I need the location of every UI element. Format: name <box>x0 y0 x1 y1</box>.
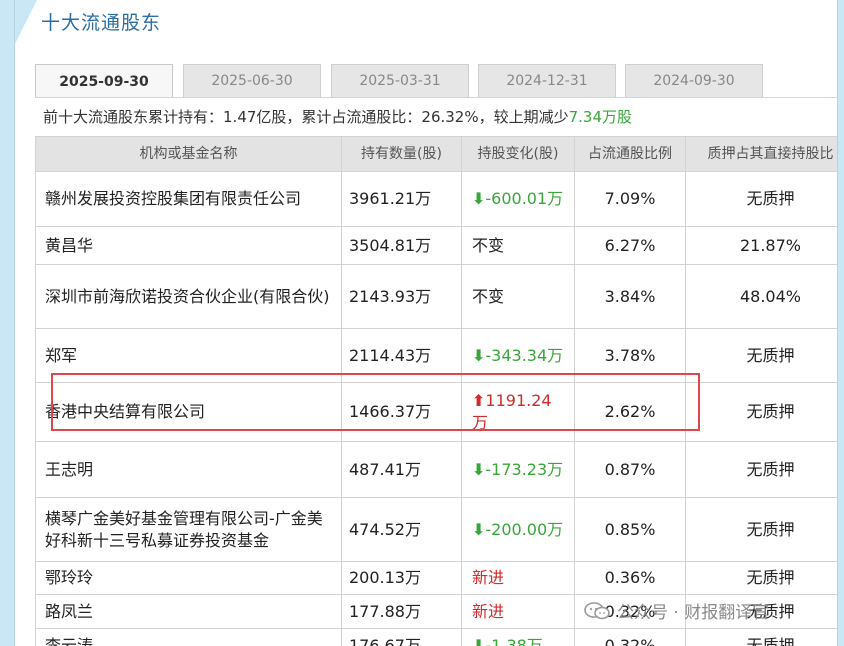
holding-qty: 487.41万 <box>341 441 462 498</box>
arrow-down-icon: ⬇ <box>472 345 486 365</box>
shareholder-name: 黄昌华 <box>35 226 342 265</box>
change-value: -173.23万 <box>485 459 564 479</box>
holding-qty: 2114.43万 <box>341 328 462 383</box>
float-ratio: 0.36% <box>574 561 686 595</box>
change-value: 新进 <box>472 568 505 587</box>
shareholder-name: 王志明 <box>35 441 342 498</box>
pledge-ratio: 21.87% <box>685 226 837 265</box>
table-row: 赣州发展投资控股集团有限责任公司 3961.21万 ⬇-600.01万 7.09% 无质… <box>35 171 837 227</box>
holding-change: 不变 <box>461 226 575 265</box>
table-row: 深圳市前海欣诺投资合伙企业(有限合伙) 2143.93万 不变 3.84% 48.04% <box>35 264 837 329</box>
tab-2025-09-30[interactable]: 2025-09-30 <box>35 64 173 98</box>
tab-divider <box>35 97 837 98</box>
pledge-ratio: 无质押 <box>685 171 837 227</box>
holding-qty: 200.13万 <box>341 561 462 595</box>
change-value: -343.34万 <box>485 345 564 365</box>
arrow-up-icon: ⬆ <box>472 391 486 410</box>
float-ratio: 0.85% <box>574 497 686 562</box>
holding-qty: 176.67万 <box>341 628 462 646</box>
pledge-ratio: 无质押 <box>685 441 837 498</box>
holding-qty: 3504.81万 <box>341 226 462 265</box>
float-ratio: 7.09% <box>574 171 686 227</box>
change-value: 新进 <box>472 601 505 621</box>
change-value: 不变 <box>472 235 505 255</box>
shareholder-name: 香港中央结算有限公司 <box>35 382 342 442</box>
section-title: 十大流通股东 <box>41 12 162 34</box>
pledge-ratio: 48.04% <box>685 264 837 329</box>
shareholder-name: 路凤兰 <box>35 594 342 629</box>
table-row: 李云涛 176.67万 ⬇-1.38万 0.32% 无质押 <box>35 628 837 646</box>
pledge-ratio: 无质押 <box>685 497 837 562</box>
holding-change: ⬇-1.38万 <box>461 628 575 646</box>
table-row: 黄昌华 3504.81万 不变 6.27% 21.87% <box>35 226 837 265</box>
shareholders-panel: 十大流通股东 2025-09-30 2025-06-30 2025-03-31 … <box>14 0 838 646</box>
pledge-ratio: 无质押 <box>685 561 837 595</box>
holding-change: 新进 <box>461 561 575 595</box>
pledge-ratio: 无质押 <box>685 628 837 646</box>
header-change: 持股变化(股) <box>461 136 575 172</box>
table-row: 横琴广金美好基金管理有限公司-广金美好科新十三号私募证券投资基金 474.52万 ⬇… <box>35 497 837 562</box>
holding-qty: 474.52万 <box>341 497 462 562</box>
arrow-down-icon: ⬇ <box>472 189 486 208</box>
table-row: 香港中央结算有限公司 1466.37万 ⬆1191.24万 2.62% 无质押 <box>35 382 837 442</box>
shareholder-name: 深圳市前海欣诺投资合伙企业(有限合伙) <box>35 264 342 329</box>
change-value: -600.01万 <box>485 189 564 208</box>
holding-change: ⬇-600.01万 <box>461 171 575 227</box>
holding-change: ⬇-173.23万 <box>461 441 575 498</box>
summary-text: 前十大流通股东累计持有：1.47亿股，累计占流通股比：26.32%，较上期减少 <box>43 108 569 126</box>
pledge-ratio: 无质押 <box>685 328 837 383</box>
shareholder-name: 李云涛 <box>35 628 342 646</box>
shareholder-name: 赣州发展投资控股集团有限责任公司 <box>35 171 342 227</box>
arrow-down-icon: ⬇ <box>472 459 486 479</box>
float-ratio: 2.62% <box>574 382 686 442</box>
float-ratio: 6.27% <box>574 226 686 265</box>
tab-2025-06-30[interactable]: 2025-06-30 <box>183 64 321 97</box>
arrow-down-icon: ⬇ <box>472 519 486 539</box>
arrow-down-icon: ⬇ <box>472 635 486 646</box>
panel-corner-decoration <box>15 0 37 44</box>
change-value: -200.00万 <box>485 519 564 539</box>
tab-2024-12-31[interactable]: 2024-12-31 <box>478 64 616 97</box>
header-pct: 占流通股比例 <box>574 136 686 172</box>
shareholder-name: 横琴广金美好基金管理有限公司-广金美好科新十三号私募证券投资基金 <box>35 497 342 562</box>
watermark-text: 公众号 · 财报翻译官 <box>617 603 770 623</box>
change-value: 不变 <box>472 286 505 306</box>
shareholder-name: 鄂玲玲 <box>35 561 342 595</box>
shareholder-name: 郑军 <box>35 328 342 383</box>
holding-qty: 177.88万 <box>341 594 462 629</box>
holding-change: ⬆1191.24万 <box>461 382 575 442</box>
watermark: 公众号 · 财报翻译官 <box>583 598 769 623</box>
table-row: 鄂玲玲 200.13万 新进 0.36% 无质押 <box>35 561 837 595</box>
pledge-ratio: 无质押 <box>685 382 837 442</box>
header-qty: 持有数量(股) <box>341 136 462 172</box>
change-value: -1.38万 <box>485 635 543 646</box>
holding-change: ⬇-343.34万 <box>461 328 575 383</box>
holding-change: 不变 <box>461 264 575 329</box>
float-ratio: 3.78% <box>574 328 686 383</box>
tab-2025-03-31[interactable]: 2025-03-31 <box>331 64 469 97</box>
summary-line: 前十大流通股东累计持有：1.47亿股，累计占流通股比：26.32%，较上期减少7… <box>43 106 632 127</box>
holding-qty: 3961.21万 <box>341 171 462 227</box>
table-row: 郑军 2114.43万 ⬇-343.34万 3.78% 无质押 <box>35 328 837 383</box>
holding-qty: 2143.93万 <box>341 264 462 329</box>
table-row: 王志明 487.41万 ⬇-173.23万 0.87% 无质押 <box>35 441 837 498</box>
float-ratio: 3.84% <box>574 264 686 329</box>
float-ratio: 0.87% <box>574 441 686 498</box>
header-pledge: 质押占其直接持股比 <box>685 136 837 172</box>
float-ratio: 0.32% <box>574 628 686 646</box>
summary-change: 7.34万股 <box>568 108 633 126</box>
header-name: 机构或基金名称 <box>35 136 342 172</box>
shareholders-table: 机构或基金名称 持有数量(股) 持股变化(股) 占流通股比例 质押占其直接持股比… <box>35 136 837 646</box>
wechat-icon <box>584 601 610 619</box>
holding-change: 新进 <box>461 594 575 629</box>
table-header-row: 机构或基金名称 持有数量(股) 持股变化(股) 占流通股比例 质押占其直接持股比 <box>35 136 837 172</box>
tab-2024-09-30[interactable]: 2024-09-30 <box>625 64 763 97</box>
holding-qty: 1466.37万 <box>341 382 462 442</box>
holding-change: ⬇-200.00万 <box>461 497 575 562</box>
